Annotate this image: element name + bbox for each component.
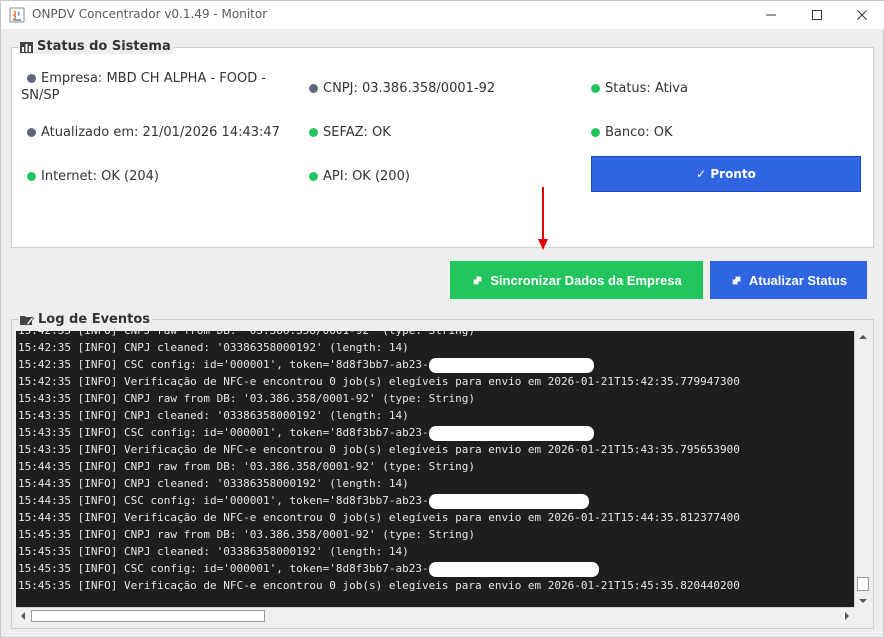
log-line-text: 15:44:35 [INFO] Verificação de NFC-e enc… (18, 511, 740, 524)
status-panel-title: Status do Sistema (37, 39, 171, 54)
ready-button[interactable]: ✓ Pronto (591, 156, 861, 192)
log-line-text: 15:43:35 [INFO] CNPJ cleaned: '033863580… (18, 409, 409, 422)
minimize-icon (766, 14, 776, 16)
log-line-text: 15:43:35 [INFO] Verificação de NFC-e enc… (18, 443, 740, 456)
atualizado-label: Atualizado em: 21/01/2026 14:43:47 (41, 125, 280, 140)
status-panel-legend: Status do Sistema (18, 39, 173, 54)
log-panel: Log de Eventos 15:42:35 [INFO] CNPJ raw … (11, 312, 874, 629)
maximize-icon (812, 10, 822, 20)
log-line: 15:45:35 [INFO] CNPJ raw from DB: '03.38… (18, 526, 740, 543)
log-line: 15:42:35 [INFO] CSC config: id='000001',… (18, 356, 740, 373)
sync-company-button[interactable]: Sincronizar Dados da Empresa (450, 261, 703, 299)
bar-chart-icon (20, 41, 33, 53)
app-window: ONPDV Concentrador v0.1.49 - Monitor Sta… (0, 0, 884, 638)
refresh-icon (473, 276, 482, 284)
refresh-icon (732, 276, 741, 284)
empresa-label: Empresa: MBD CH ALPHA - FOOD - SN/SP (21, 71, 267, 103)
status-dot-icon (27, 128, 36, 137)
log-line-text: 15:43:35 [INFO] CNPJ raw from DB: '03.38… (18, 392, 475, 405)
annotation-arrow-icon (538, 187, 548, 250)
scroll-right-icon[interactable] (843, 611, 851, 621)
update-status-button[interactable]: Atualizar Status (710, 261, 867, 299)
redaction-mark (428, 425, 594, 441)
status-empresa: Empresa: MBD CH ALPHA - FOOD - SN/SP (21, 70, 277, 104)
folder-edit-icon (20, 315, 34, 326)
log-line: 15:45:35 [INFO] Verificação de NFC-e enc… (18, 577, 740, 594)
log-line: 15:43:35 [INFO] CNPJ cleaned: '033863580… (18, 407, 740, 424)
redaction-mark (428, 493, 589, 509)
scroll-down-icon[interactable] (858, 597, 868, 605)
log-line: 15:42:35 [INFO] CNPJ raw from DB: '03.38… (18, 331, 740, 339)
sync-button-label: Sincronizar Dados da Empresa (490, 272, 682, 288)
close-icon (857, 10, 867, 20)
status-dot-icon (309, 172, 318, 181)
sefaz-label: SEFAZ: OK (323, 125, 391, 140)
log-line-text: 15:42:35 [INFO] CNPJ cleaned: '033863580… (18, 341, 409, 354)
status-sefaz: SEFAZ: OK (309, 124, 391, 141)
status-dot-icon (27, 172, 36, 181)
status-label: Status: Ativa (605, 81, 688, 96)
update-button-label: Atualizar Status (748, 272, 848, 288)
log-line-text: 15:42:35 [INFO] CSC config: id='000001',… (18, 358, 429, 371)
cnpj-label: CNPJ: 03.386.358/0001-92 (323, 81, 496, 96)
api-label: API: OK (200) (323, 169, 410, 184)
log-line: 15:44:35 [INFO] CNPJ raw from DB: '03.38… (18, 458, 740, 475)
log-lines: 15:42:35 [INFO] CNPJ raw from DB: '03.38… (18, 331, 740, 594)
scroll-up-icon[interactable] (858, 333, 868, 341)
log-line-text: 15:45:35 [INFO] Verificação de NFC-e enc… (18, 579, 740, 592)
status-panel: Status do Sistema Empresa: MBD CH ALPHA … (11, 39, 874, 248)
log-panel-legend: Log de Eventos (18, 312, 153, 327)
minimize-button[interactable] (748, 1, 794, 29)
horizontal-scroll-thumb[interactable] (31, 610, 265, 622)
log-line-text: 15:42:35 [INFO] Verificação de NFC-e enc… (18, 375, 740, 388)
redaction-mark (428, 357, 594, 373)
title-bar: ONPDV Concentrador v0.1.49 - Monitor (1, 1, 884, 29)
log-line-text: 15:43:35 [INFO] CSC config: id='000001',… (18, 426, 429, 439)
log-line: 15:45:35 [INFO] CSC config: id='000001',… (18, 560, 740, 577)
java-cup-icon (9, 7, 25, 23)
log-line-text: 15:45:35 [INFO] CNPJ cleaned: '033863580… (18, 545, 409, 558)
log-line-text: 15:45:35 [INFO] CNPJ raw from DB: '03.38… (18, 528, 475, 541)
log-line: 15:45:35 [INFO] CNPJ cleaned: '033863580… (18, 543, 740, 560)
log-line: 15:43:35 [INFO] CSC config: id='000001',… (18, 424, 740, 441)
vertical-scroll-thumb[interactable] (857, 577, 869, 591)
log-line-text: 15:44:35 [INFO] CNPJ cleaned: '033863580… (18, 477, 409, 490)
status-dot-icon (591, 128, 600, 137)
status-dot-icon (309, 128, 318, 137)
log-line: 15:43:35 [INFO] Verificação de NFC-e enc… (18, 441, 740, 458)
log-panel-title: Log de Eventos (38, 312, 151, 327)
status-api: API: OK (200) (309, 168, 410, 185)
status-banco: Banco: OK (591, 124, 673, 141)
maximize-button[interactable] (794, 1, 840, 29)
horizontal-scrollbar[interactable] (16, 607, 854, 624)
internet-label: Internet: OK (204) (41, 169, 159, 184)
scrollbar-corner (854, 607, 871, 624)
log-line-text: 15:44:35 [INFO] CNPJ raw from DB: '03.38… (18, 460, 475, 473)
log-line: 15:44:35 [INFO] CSC config: id='000001',… (18, 492, 740, 509)
log-line: 15:42:35 [INFO] CNPJ cleaned: '033863580… (18, 339, 740, 356)
close-button[interactable] (839, 1, 884, 29)
status-cnpj: CNPJ: 03.386.358/0001-92 (309, 80, 495, 97)
status-dot-icon (591, 84, 600, 93)
status-dot-icon (309, 84, 318, 93)
vertical-scrollbar[interactable] (854, 331, 871, 607)
log-line-text: 15:45:35 [INFO] CSC config: id='000001',… (18, 562, 429, 575)
status-internet: Internet: OK (204) (27, 168, 159, 185)
banco-label: Banco: OK (605, 125, 673, 140)
scroll-left-icon[interactable] (19, 611, 27, 621)
ready-button-label: ✓ Pronto (696, 167, 756, 181)
window-title: ONPDV Concentrador v0.1.49 - Monitor (32, 7, 268, 21)
log-line: 15:43:35 [INFO] CNPJ raw from DB: '03.38… (18, 390, 740, 407)
redaction-mark (428, 561, 599, 577)
log-line: 15:42:35 [INFO] Verificação de NFC-e enc… (18, 373, 740, 390)
log-textarea[interactable]: 15:42:35 [INFO] CNPJ raw from DB: '03.38… (16, 331, 854, 607)
status-atualizado: Atualizado em: 21/01/2026 14:43:47 (27, 124, 280, 141)
log-line-text: 15:42:35 [INFO] CNPJ raw from DB: '03.38… (18, 331, 475, 337)
log-line: 15:44:35 [INFO] CNPJ cleaned: '033863580… (18, 475, 740, 492)
status-ativa: Status: Ativa (591, 80, 688, 97)
log-line: 15:44:35 [INFO] Verificação de NFC-e enc… (18, 509, 740, 526)
log-line-text: 15:44:35 [INFO] CSC config: id='000001',… (18, 494, 429, 507)
